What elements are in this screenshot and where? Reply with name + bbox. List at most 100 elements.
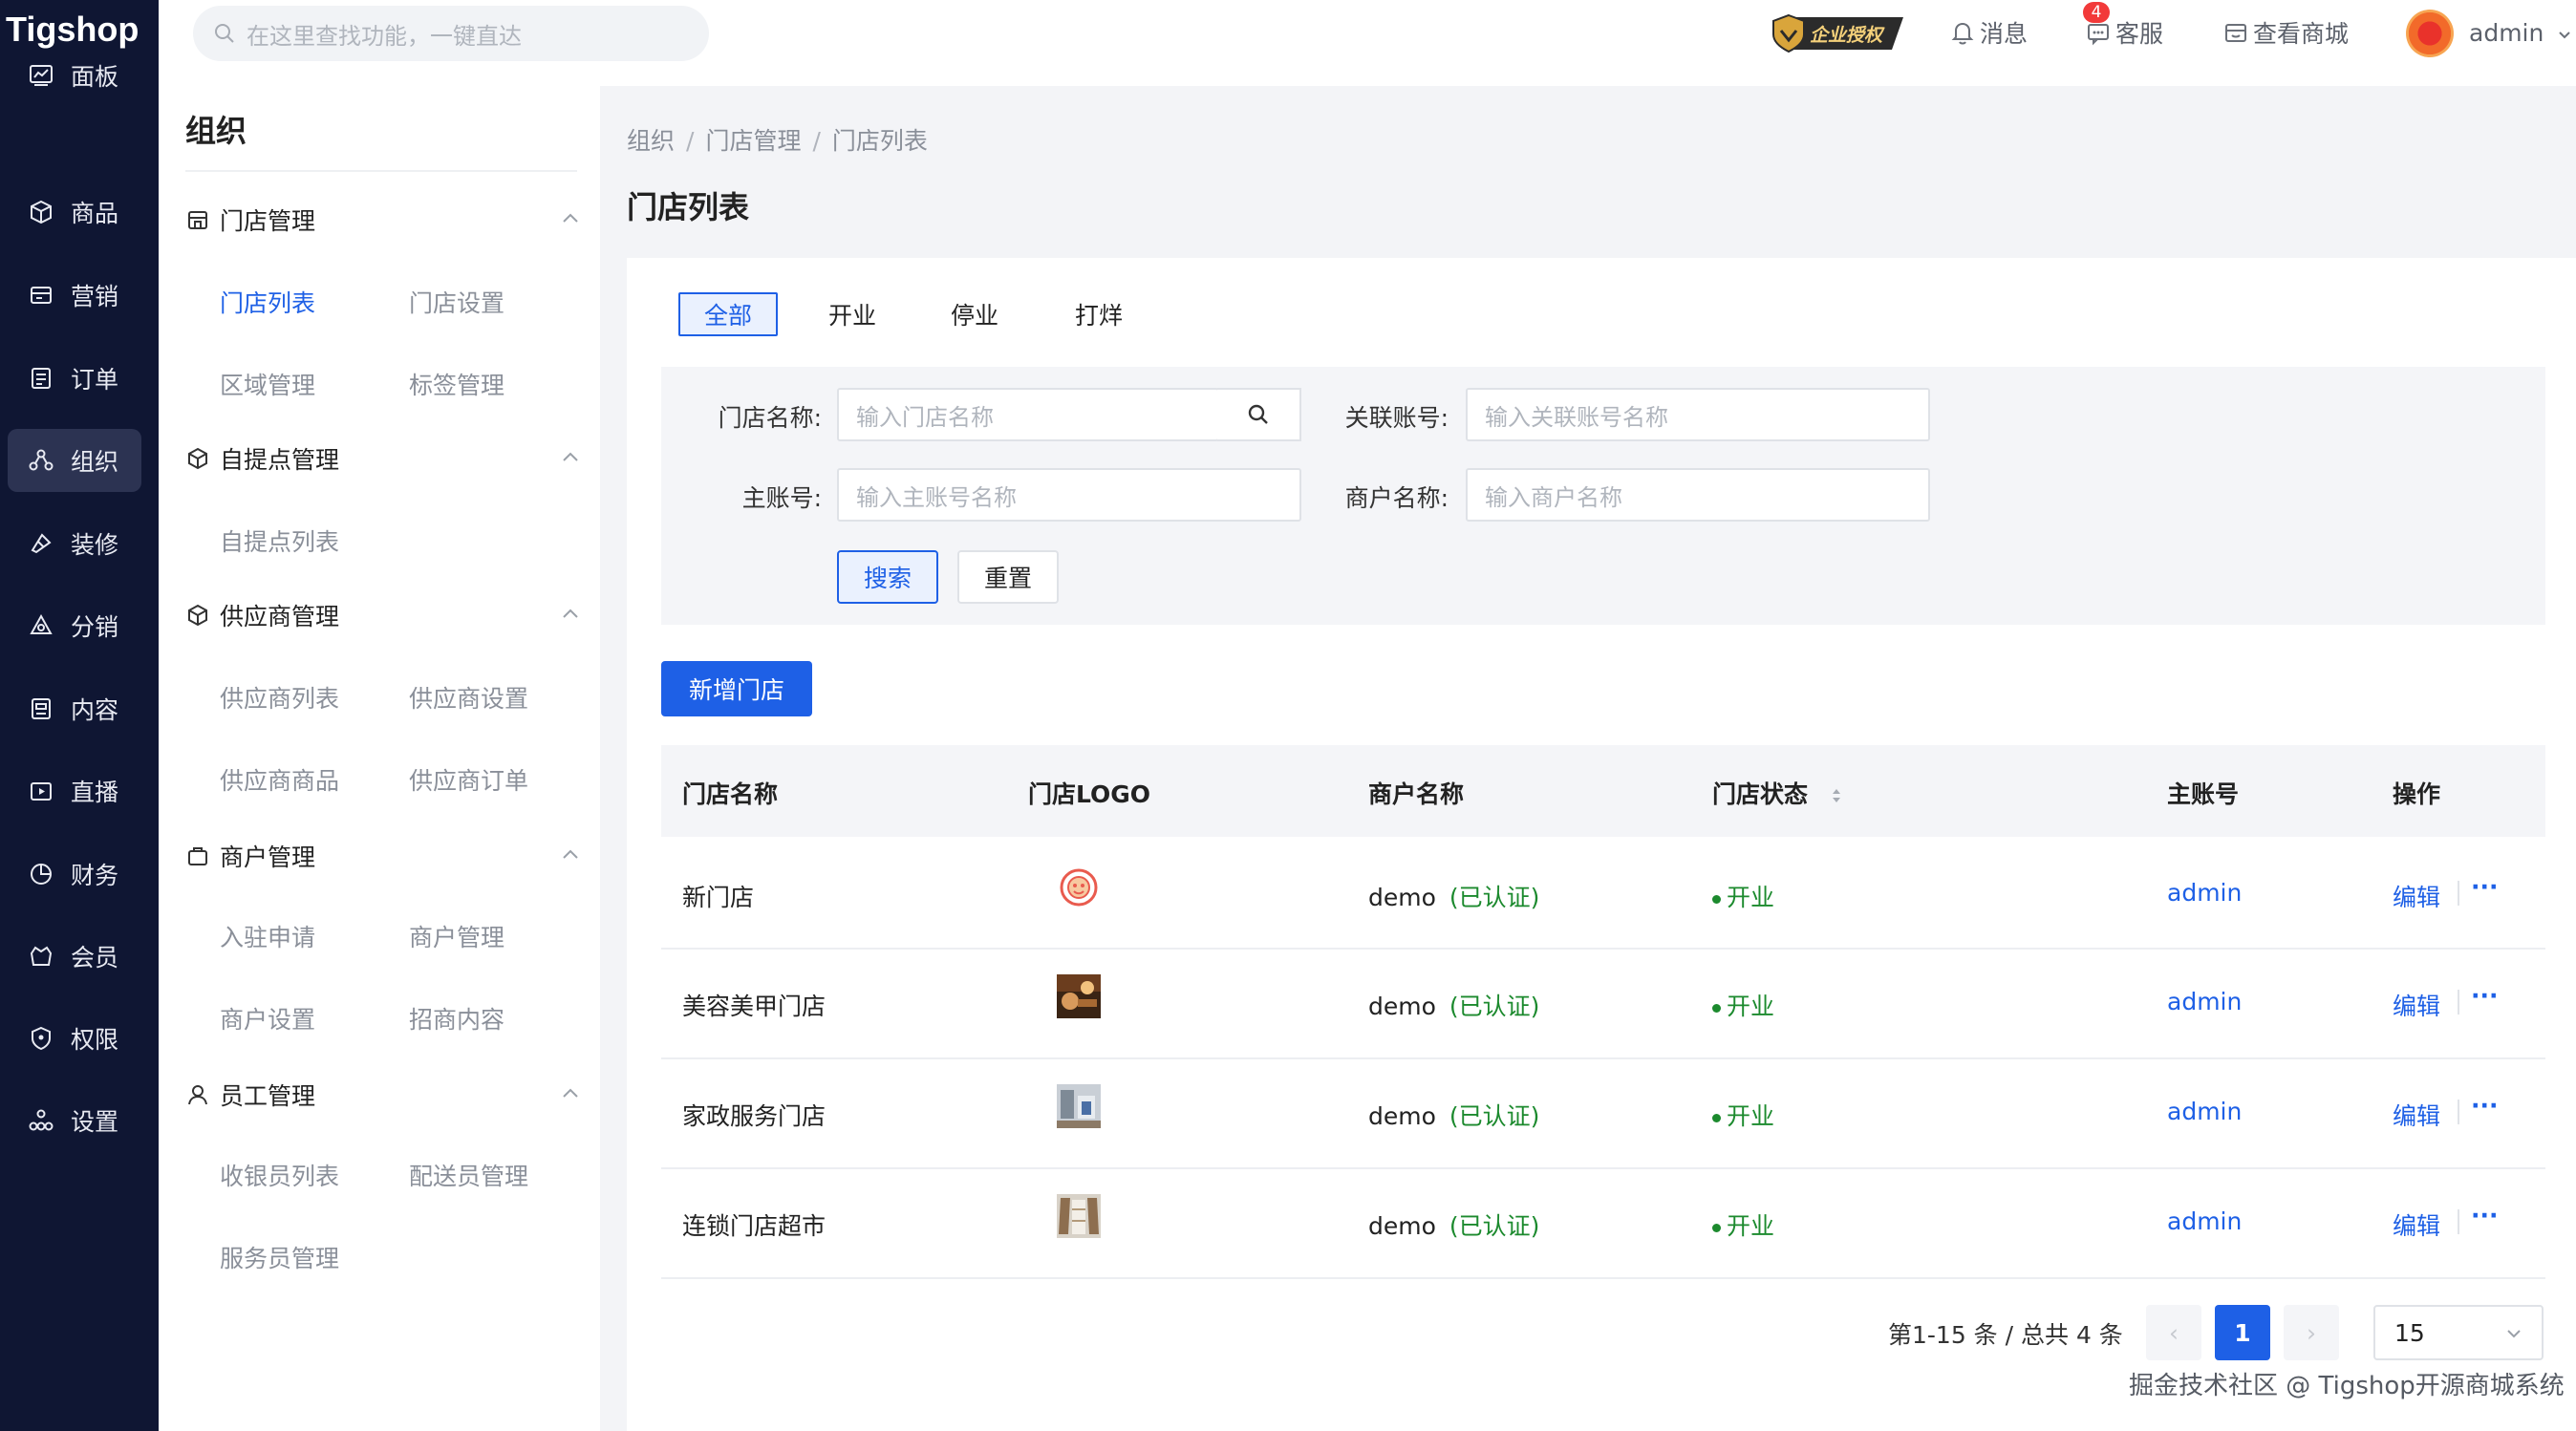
nav-item-permission[interactable]: 权限 bbox=[8, 1007, 141, 1070]
edit-button[interactable]: 编辑 bbox=[2393, 1098, 2440, 1132]
breadcrumb-item[interactable]: 门店管理 bbox=[705, 127, 801, 155]
sub-link-tags[interactable]: 标签管理 bbox=[409, 367, 504, 401]
verified-tag: (已认证) bbox=[1449, 1212, 1540, 1240]
store-name-input[interactable]: 输入门店名称 bbox=[837, 388, 1219, 441]
sort-icon[interactable] bbox=[1830, 786, 1843, 805]
group-pickup-management[interactable]: 自提点管理 bbox=[185, 439, 587, 478]
reset-button[interactable]: 重置 bbox=[957, 550, 1059, 604]
user-menu[interactable]: admin bbox=[2469, 19, 2572, 47]
nav-item-settings[interactable]: 设置 bbox=[8, 1089, 141, 1152]
nav-label: 内容 bbox=[71, 696, 119, 724]
nav-label: 权限 bbox=[71, 1026, 119, 1054]
enterprise-license-badge[interactable]: 企业授权 bbox=[1770, 13, 1907, 53]
group-store-management[interactable]: 门店管理 bbox=[185, 201, 587, 239]
main-account-link[interactable]: admin bbox=[2167, 988, 2242, 1015]
nav-item-finance[interactable]: 财务 bbox=[8, 843, 141, 906]
search-icon bbox=[214, 23, 235, 44]
nav-item-decoration[interactable]: 装修 bbox=[8, 512, 141, 575]
permission-icon bbox=[27, 1024, 55, 1053]
marketing-icon bbox=[27, 281, 55, 310]
store-name-search-button[interactable] bbox=[1217, 388, 1301, 441]
breadcrumb: 组织 / 门店管理 / 门店列表 bbox=[627, 122, 928, 157]
sub-link-supplier-settings[interactable]: 供应商设置 bbox=[409, 680, 528, 715]
divider bbox=[2458, 1209, 2459, 1234]
add-store-button[interactable]: 新增门店 bbox=[661, 661, 812, 716]
chevron-up-icon bbox=[560, 1083, 581, 1104]
distribution-icon bbox=[27, 611, 55, 640]
enterprise-label: 企业授权 bbox=[1810, 25, 1883, 46]
sub-link-cashier-list[interactable]: 收银员列表 bbox=[220, 1158, 339, 1192]
edit-button[interactable]: 编辑 bbox=[2393, 1207, 2440, 1242]
merchant-name-input[interactable]: 输入商户名称 bbox=[1466, 468, 1930, 522]
sub-link-supplier-orders[interactable]: 供应商订单 bbox=[409, 762, 528, 797]
more-actions-button[interactable]: ··· bbox=[2471, 982, 2499, 1010]
nav-item-products[interactable]: 商品 bbox=[8, 181, 141, 244]
tab-open[interactable]: 开业 bbox=[814, 292, 891, 336]
more-actions-button[interactable]: ··· bbox=[2471, 873, 2499, 901]
group-staff-management[interactable]: 员工管理 bbox=[185, 1076, 587, 1114]
sub-nav-title: 组织 bbox=[185, 113, 247, 149]
more-actions-button[interactable]: ··· bbox=[2471, 1202, 2499, 1229]
view-store-link[interactable]: 查看商城 bbox=[2222, 15, 2349, 50]
edit-button[interactable]: 编辑 bbox=[2393, 879, 2440, 913]
chevron-down-icon bbox=[2505, 1325, 2522, 1342]
service-count-badge: 4 bbox=[2083, 2, 2110, 23]
sub-link-delivery-staff[interactable]: 配送员管理 bbox=[409, 1158, 528, 1192]
store-name-cell: 美容美甲门店 bbox=[682, 993, 826, 1020]
more-actions-button[interactable]: ··· bbox=[2471, 1092, 2499, 1120]
table-header bbox=[661, 745, 2545, 837]
breadcrumb-item[interactable]: 组织 bbox=[627, 127, 675, 155]
store-logo bbox=[1057, 865, 1101, 909]
main-account-link[interactable]: admin bbox=[2167, 1098, 2242, 1125]
tab-all[interactable]: 全部 bbox=[678, 292, 778, 336]
sub-link-waiter-management[interactable]: 服务员管理 bbox=[220, 1240, 339, 1274]
sub-link-store-settings[interactable]: 门店设置 bbox=[409, 285, 504, 319]
sub-link-supplier-products[interactable]: 供应商商品 bbox=[220, 762, 339, 797]
placeholder: 输入商户名称 bbox=[1485, 483, 1622, 511]
page-title: 门店列表 bbox=[627, 189, 750, 225]
next-page-button[interactable]: › bbox=[2284, 1305, 2339, 1360]
sub-link-apply[interactable]: 入驻申请 bbox=[220, 919, 315, 953]
nav-item-organization[interactable]: 组织 bbox=[8, 429, 141, 492]
column-header-status[interactable]: 门店状态 bbox=[1712, 776, 1843, 810]
nav-item-live[interactable]: 直播 bbox=[8, 759, 141, 822]
nav-item-orders[interactable]: 订单 bbox=[8, 347, 141, 410]
sub-link-recruit-content[interactable]: 招商内容 bbox=[409, 1001, 504, 1036]
merchant-cell: demo (已认证) bbox=[1368, 879, 1539, 913]
store-icon bbox=[185, 207, 210, 232]
nav-item-marketing[interactable]: 营销 bbox=[8, 264, 141, 327]
sub-link-merchant-settings[interactable]: 商户设置 bbox=[220, 1001, 315, 1036]
service-label: 客服 bbox=[2115, 20, 2164, 48]
nav-item-distribution[interactable]: 分销 bbox=[8, 594, 141, 657]
sub-link-region[interactable]: 区域管理 bbox=[220, 367, 315, 401]
group-merchant-management[interactable]: 商户管理 bbox=[185, 837, 587, 875]
status-label: 开业 bbox=[1727, 1212, 1775, 1240]
tab-suspended[interactable]: 停业 bbox=[936, 292, 1013, 336]
main-account-link[interactable]: admin bbox=[2167, 1207, 2242, 1235]
nav-label: 直播 bbox=[71, 779, 119, 806]
sub-link-merchants[interactable]: 商户管理 bbox=[409, 919, 504, 953]
page-size-select[interactable]: 15 bbox=[2373, 1305, 2544, 1360]
linked-account-input[interactable]: 输入关联账号名称 bbox=[1466, 388, 1930, 441]
column-header-merchant: 商户名称 bbox=[1368, 780, 1465, 808]
nav-item-content[interactable]: 内容 bbox=[8, 677, 141, 740]
nav-item-dashboard[interactable]: 面板 bbox=[8, 44, 141, 107]
group-supplier-management[interactable]: 供应商管理 bbox=[185, 596, 587, 634]
avatar[interactable] bbox=[2406, 10, 2454, 57]
status-badge: 开业 bbox=[1712, 879, 1774, 913]
main-account-input[interactable]: 输入主账号名称 bbox=[837, 468, 1301, 522]
nav-item-member[interactable]: 会员 bbox=[8, 925, 141, 988]
sub-link-supplier-list[interactable]: 供应商列表 bbox=[220, 680, 339, 715]
messages-link[interactable]: 消息 bbox=[1949, 15, 2028, 50]
main-account-link[interactable]: admin bbox=[2167, 879, 2242, 907]
edit-button[interactable]: 编辑 bbox=[2393, 988, 2440, 1022]
tab-closed[interactable]: 打烊 bbox=[1061, 292, 1137, 336]
global-search-input[interactable]: 在这里查找功能，一键直达 bbox=[193, 6, 709, 61]
merchant-icon bbox=[185, 844, 210, 868]
status-badge: 开业 bbox=[1712, 1098, 1774, 1132]
page-number-button[interactable]: 1 bbox=[2215, 1305, 2270, 1360]
sub-link-pickup-list[interactable]: 自提点列表 bbox=[220, 523, 339, 558]
previous-page-button[interactable]: ‹ bbox=[2146, 1305, 2201, 1360]
search-button[interactable]: 搜索 bbox=[837, 550, 938, 604]
sub-link-store-list[interactable]: 门店列表 bbox=[220, 285, 315, 319]
